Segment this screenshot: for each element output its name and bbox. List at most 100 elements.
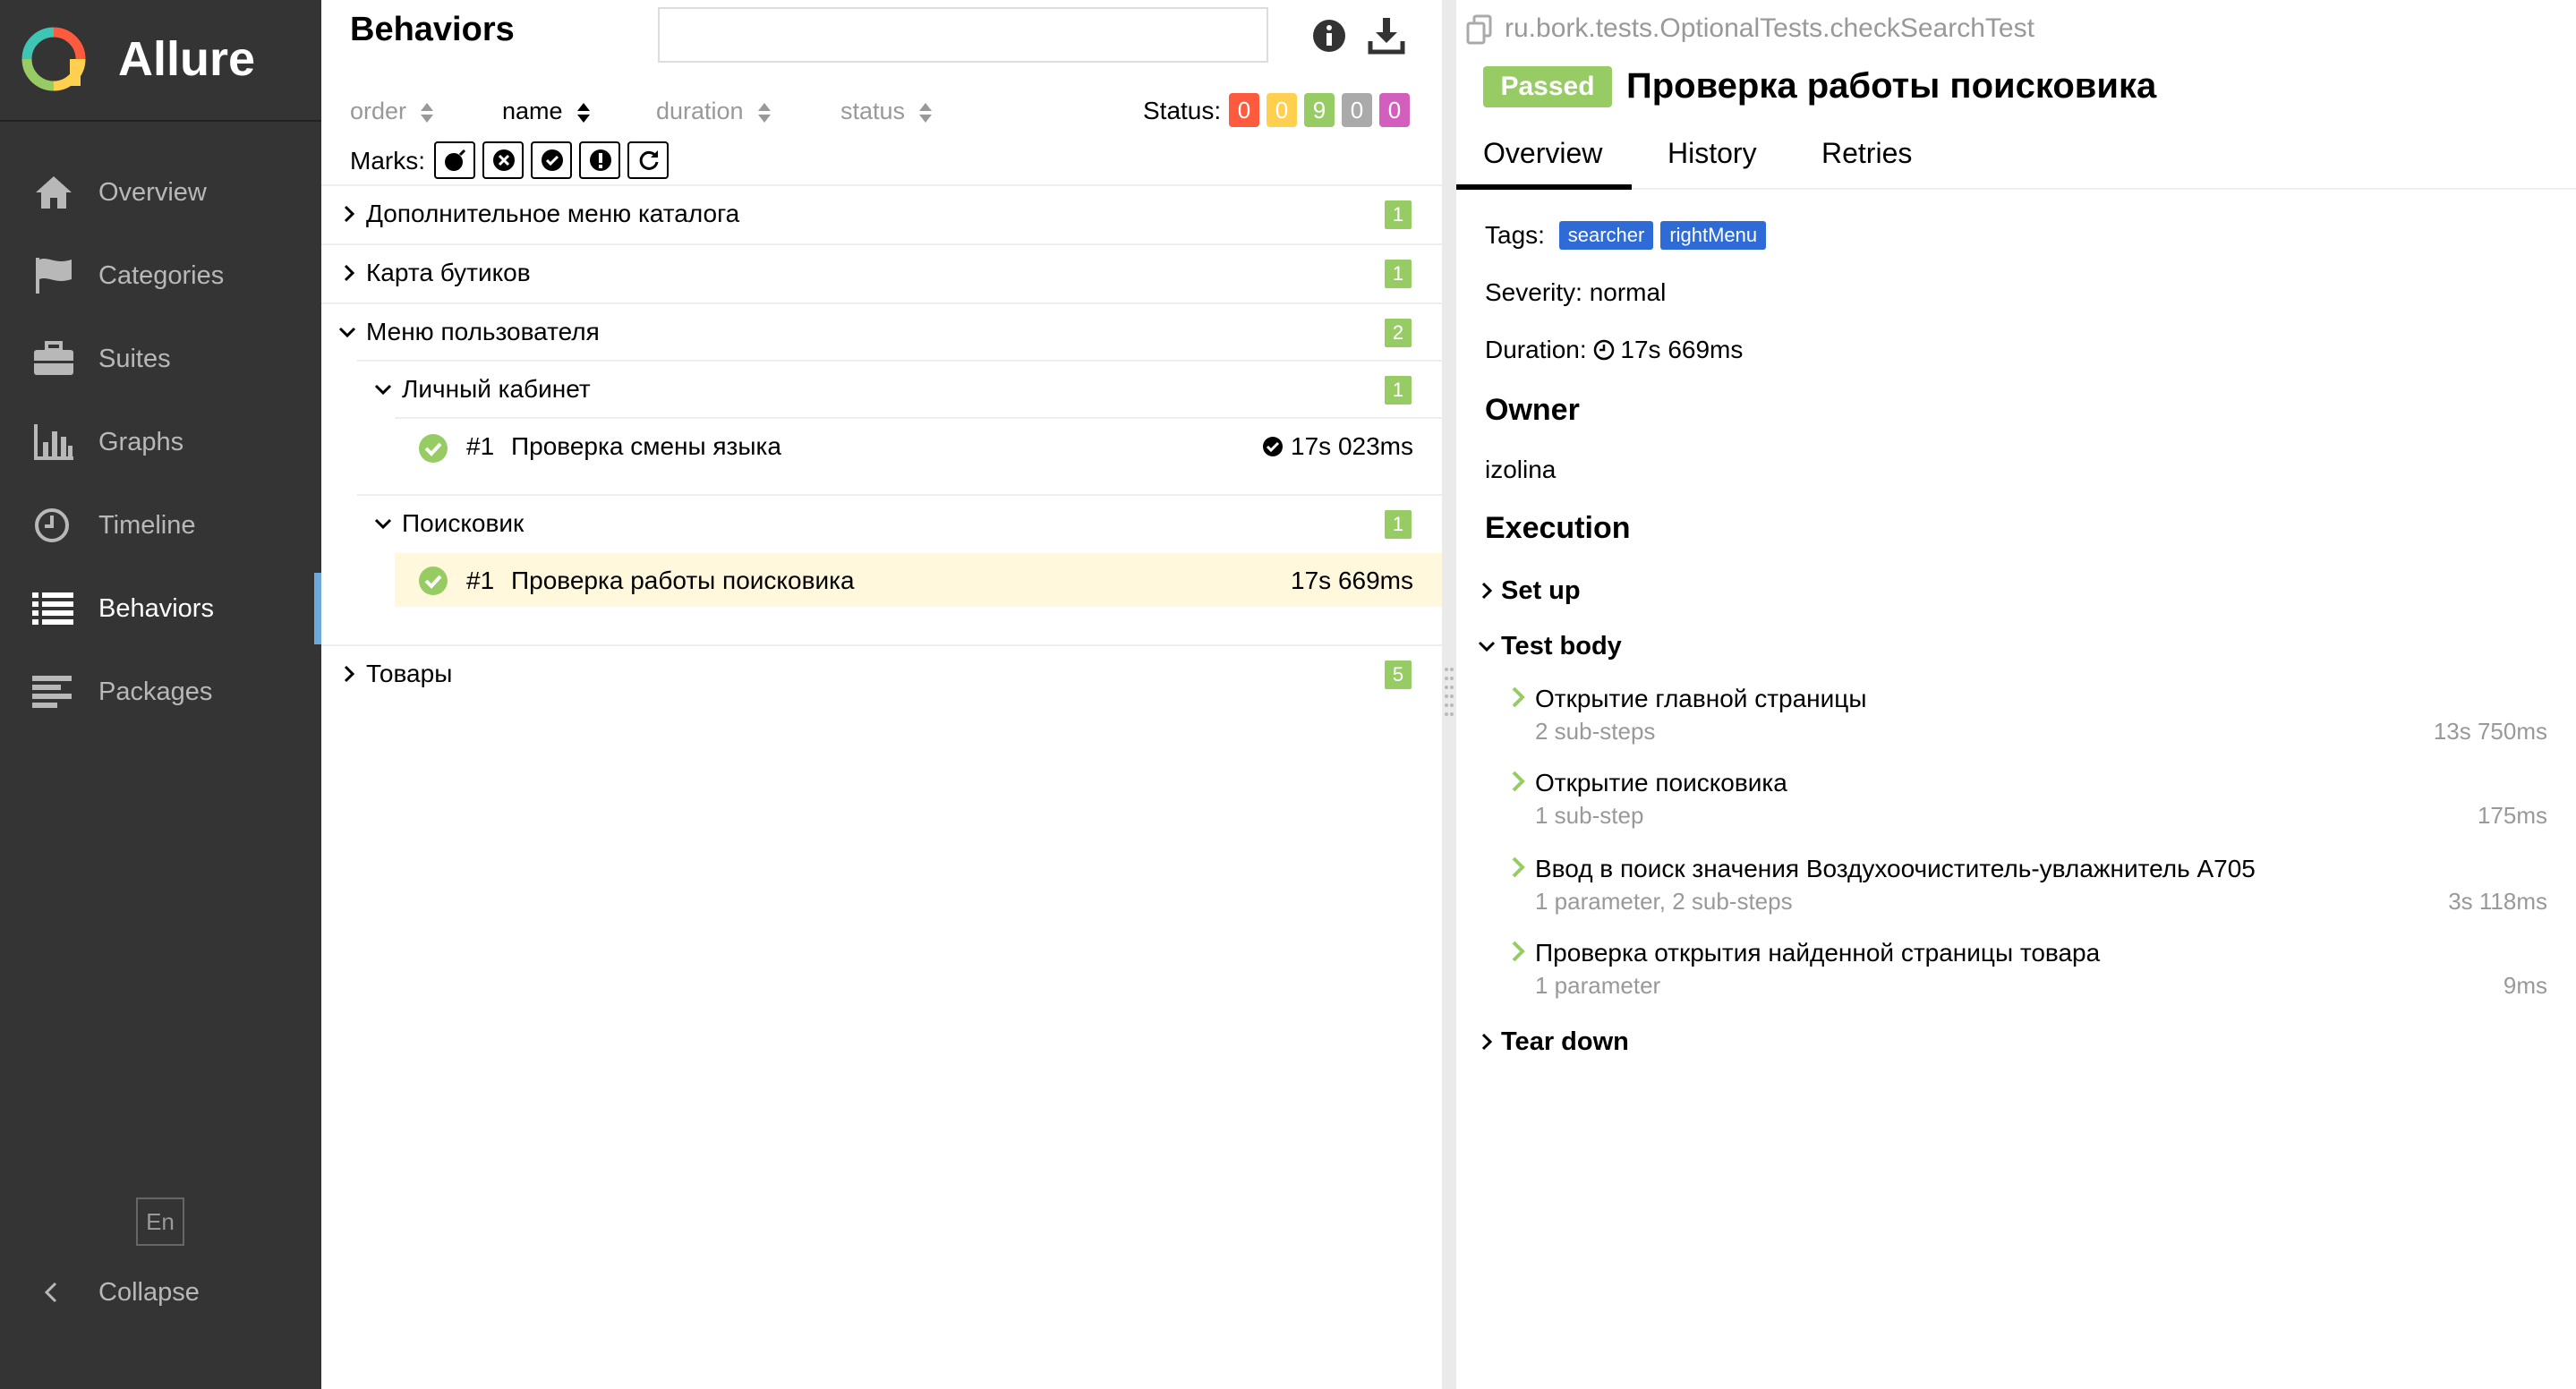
tree-group-user-menu[interactable]: Меню пользователя 2 <box>321 303 1442 360</box>
clock-icon <box>1594 339 1615 361</box>
step-substeps: 1 parameter, 2 sub-steps <box>1535 888 1793 915</box>
sort-order-label: order <box>350 98 407 124</box>
list-icon <box>32 592 73 625</box>
mark-retries-button[interactable] <box>627 141 669 179</box>
language-button[interactable]: En <box>136 1197 184 1246</box>
mark-new-failed-button[interactable] <box>482 141 524 179</box>
clock-icon <box>35 508 69 542</box>
allure-logo-icon <box>21 27 86 91</box>
tree-group-label: Карта бутиков <box>366 259 531 286</box>
sort-icon <box>757 102 771 123</box>
step-name: Открытие поисковика <box>1535 769 1787 797</box>
test-name: Проверка работы поисковика <box>511 567 855 594</box>
exclamation-circle-icon <box>590 149 611 171</box>
tag-rightmenu[interactable]: rightMenu <box>1660 221 1767 250</box>
status-unknown-count[interactable]: 0 <box>1379 93 1410 127</box>
chevron-right-icon <box>1481 1033 1493 1051</box>
tree-group-products[interactable]: Товары 5 <box>321 644 1442 702</box>
duration-row: Duration: 17s 669ms <box>1485 333 1743 367</box>
tree-group-boutique-map[interactable]: Карта бутиков 1 <box>321 243 1442 301</box>
brand[interactable]: Allure <box>0 0 321 122</box>
tab-overview[interactable]: Overview <box>1483 132 1602 174</box>
tree-group-count: 1 <box>1385 376 1412 405</box>
mark-flaky-button[interactable] <box>434 141 475 179</box>
status-passed-count[interactable]: 9 <box>1304 93 1335 127</box>
mark-new-passed-button[interactable] <box>531 141 572 179</box>
sidebar-item-graphs[interactable]: Graphs <box>0 406 321 478</box>
mark-new-broken-button[interactable] <box>579 141 620 179</box>
execution-heading: Execution <box>1485 511 1631 545</box>
step-duration: 13s 750ms <box>2433 718 2547 745</box>
tags-label: Tags: <box>1485 221 1545 249</box>
sidebar-item-suites[interactable]: Suites <box>0 323 321 395</box>
status-broken-count[interactable]: 0 <box>1267 93 1297 127</box>
active-tab-indicator <box>1456 184 1632 190</box>
sort-status[interactable]: status <box>840 95 934 127</box>
tab-retries[interactable]: Retries <box>1821 132 1912 174</box>
sidebar-item-timeline[interactable]: Timeline <box>0 490 321 561</box>
tag-searcher[interactable]: searcher <box>1558 221 1654 250</box>
flag-icon <box>36 258 72 294</box>
tree-group-label: Дополнительное меню каталога <box>366 200 740 227</box>
drag-handle-icon[interactable] <box>1443 664 1455 720</box>
tree-group-count: 1 <box>1385 200 1412 229</box>
chevron-left-icon <box>44 1282 57 1303</box>
severity: Severity: normal <box>1485 278 1667 306</box>
teardown-label: Tear down <box>1501 1027 1629 1056</box>
status-filter-label: Status: <box>1143 97 1222 124</box>
check-circle-icon <box>542 149 563 171</box>
tree-group-count: 1 <box>1385 510 1412 539</box>
copy-icon[interactable] <box>1465 14 1494 45</box>
teardown-section[interactable]: Tear down <box>1481 1024 1629 1060</box>
sidebar-item-label: Timeline <box>98 511 196 540</box>
info-icon[interactable] <box>1311 18 1347 54</box>
owner-heading: Owner <box>1485 393 1580 427</box>
tree-group-label: Товары <box>366 660 453 687</box>
step-substeps: 1 parameter <box>1535 972 1661 999</box>
chevron-right-icon <box>344 205 355 223</box>
search-input[interactable] <box>658 7 1268 63</box>
status-failed-count[interactable]: 0 <box>1229 93 1259 127</box>
sidebar-item-categories[interactable]: Categories <box>0 240 321 311</box>
chevron-down-icon <box>374 518 392 530</box>
step-duration: 175ms <box>2477 802 2547 829</box>
sidebar-item-overview[interactable]: Overview <box>0 157 321 228</box>
test-number: #1 <box>466 567 495 594</box>
sidebar-item-label: Packages <box>98 677 213 706</box>
tree-test-row-selected[interactable]: #1 Проверка работы поисковика 17s 669ms <box>395 553 1442 607</box>
sidebar-item-packages[interactable]: Packages <box>0 656 321 728</box>
tree-test-row[interactable]: #1 Проверка смены языка 17s 023ms <box>395 417 1442 494</box>
test-full-name: ru.bork.tests.OptionalTests.checkSearchT… <box>1505 13 2034 43</box>
test-body-section[interactable]: Test body <box>1478 628 1622 664</box>
tree-group-label: Личный кабинет <box>402 375 591 403</box>
sort-icon <box>421 102 434 123</box>
test-duration: 17s 023ms <box>1262 430 1413 464</box>
behaviors-pane: Behaviors order name duration status Sta… <box>321 0 1442 1389</box>
align-left-icon <box>32 676 72 708</box>
chevron-right-icon <box>1512 686 1525 708</box>
chevron-right-icon <box>1512 941 1525 962</box>
sort-order[interactable]: order <box>350 95 435 127</box>
test-details-pane: ru.bork.tests.OptionalTests.checkSearchT… <box>1456 0 2576 1389</box>
sort-icon <box>919 102 933 123</box>
status-skipped-count[interactable]: 0 <box>1342 93 1372 127</box>
sidebar-item-label: Overview <box>98 178 207 207</box>
setup-section[interactable]: Set up <box>1481 573 1581 609</box>
chevron-right-icon <box>344 665 355 683</box>
check-circle-icon <box>1263 437 1284 456</box>
tree-group-search[interactable]: Поисковик 1 <box>357 494 1442 551</box>
test-duration-value: 17s 023ms <box>1291 432 1413 460</box>
tree-group-catalog-menu[interactable]: Дополнительное меню каталога 1 <box>321 184 1442 242</box>
download-icon[interactable] <box>1367 16 1406 55</box>
tree-group-label: Меню пользователя <box>366 318 600 345</box>
tab-history[interactable]: History <box>1668 132 1757 174</box>
sidebar-item-behaviors[interactable]: Behaviors <box>0 573 321 644</box>
duration-label: Duration: <box>1485 336 1587 363</box>
sidebar-item-label: Categories <box>98 261 225 290</box>
bomb-icon <box>445 149 466 171</box>
test-body-label: Test body <box>1501 632 1622 660</box>
collapse-button[interactable]: Collapse <box>0 1262 321 1325</box>
sort-duration[interactable]: duration <box>656 95 772 127</box>
tree-group-account[interactable]: Личный кабинет 1 <box>357 360 1442 417</box>
sort-name[interactable]: name <box>502 95 592 127</box>
